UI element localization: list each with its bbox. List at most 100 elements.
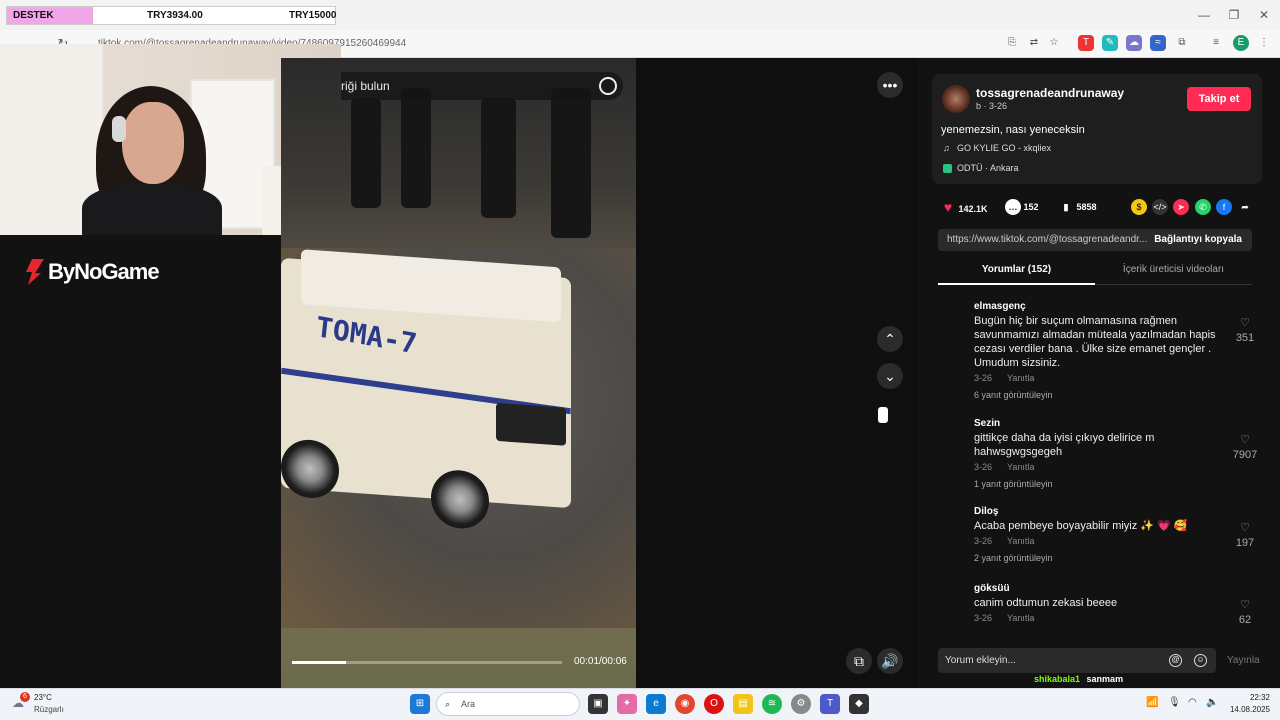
donation-label: DESTEK bbox=[13, 10, 54, 21]
share-arrow-icon[interactable]: ➦ bbox=[1237, 199, 1253, 215]
speaker-icon[interactable]: 🔈 bbox=[1206, 697, 1218, 708]
floating-player-icon[interactable]: ⧉ bbox=[846, 648, 872, 674]
commenter-name[interactable]: Sezin bbox=[974, 418, 1000, 429]
donation-goal-bar: DESTEK TRY3934.00 TRY15000 bbox=[6, 6, 336, 25]
chrome-browser-icon[interactable]: ◉ bbox=[675, 694, 695, 714]
extensions-puzzle-icon[interactable]: ⧉ bbox=[1174, 35, 1190, 51]
wifi-icon[interactable]: ◠ bbox=[1188, 697, 1197, 708]
coin-share-icon[interactable]: $ bbox=[1131, 199, 1147, 215]
commenter-name[interactable]: göksüü bbox=[974, 583, 1010, 594]
view-replies-button[interactable]: 1 yanıt görüntüleyin bbox=[974, 479, 1053, 489]
copy-link-button[interactable]: Bağlantıyı kopyala bbox=[1154, 234, 1242, 245]
browser-menu-icon[interactable]: ⋮ bbox=[1256, 35, 1272, 51]
comment-like-icon[interactable]: ♡ bbox=[1239, 523, 1251, 534]
taskbar-search[interactable]: ⌕ Ara bbox=[436, 692, 580, 716]
comment-like-count: 351 bbox=[1235, 332, 1255, 344]
extension-wave-icon[interactable]: ≈ bbox=[1150, 35, 1166, 51]
opera-browser-icon[interactable]: O bbox=[704, 694, 724, 714]
music-title[interactable]: GO KYLIE GO - xkqliex bbox=[957, 143, 1051, 153]
reading-list-icon[interactable]: ≡ bbox=[1208, 35, 1224, 51]
comment-date: 3-26 bbox=[974, 536, 993, 546]
mention-icon[interactable]: @ bbox=[1169, 654, 1182, 667]
post-meta: b · 3-26 bbox=[976, 101, 1008, 111]
view-replies-button[interactable]: 6 yanıt görüntüleyin bbox=[974, 390, 1053, 400]
settings-gear-icon[interactable]: ⚙ bbox=[791, 694, 811, 714]
app-icon[interactable]: ◆ bbox=[849, 694, 869, 714]
search-placeholder: riği bulun bbox=[341, 79, 390, 93]
whatsapp-icon[interactable]: ✆ bbox=[1195, 199, 1211, 215]
comment-like-icon[interactable]: ♡ bbox=[1239, 318, 1251, 329]
weather-badge: 6 bbox=[20, 692, 30, 702]
bynogame-logo-text: ByNoGame bbox=[48, 259, 160, 284]
spotify-icon[interactable]: ≋ bbox=[762, 694, 782, 714]
extension-tp-icon[interactable]: T bbox=[1078, 35, 1094, 51]
comment-action[interactable]: … 152 bbox=[1005, 199, 1039, 215]
comment-like-icon[interactable]: ♡ bbox=[1239, 435, 1251, 446]
follow-button[interactable]: Takip et bbox=[1187, 87, 1251, 111]
comment-input[interactable]: Yorum ekleyin... @ ☺ bbox=[938, 648, 1216, 673]
teams-icon[interactable]: T bbox=[820, 694, 840, 714]
microphone-icon[interactable]: 🎙 bbox=[1168, 697, 1181, 708]
edge-browser-icon[interactable]: e bbox=[646, 694, 666, 714]
streamer-shirt bbox=[82, 184, 222, 235]
video-person-leg bbox=[481, 98, 516, 218]
comment-date: 3-26 bbox=[974, 373, 993, 383]
author-username[interactable]: tossagrenadeandrunaway bbox=[976, 86, 1124, 100]
tiktok-search-bar[interactable]: riği bulun bbox=[341, 72, 623, 100]
commenter-name[interactable]: Diloş bbox=[974, 506, 998, 517]
profile-avatar[interactable]: E bbox=[1233, 35, 1249, 51]
minimize-icon[interactable]: — bbox=[1192, 6, 1216, 24]
install-app-icon[interactable]: ⎘ bbox=[1004, 35, 1020, 51]
view-replies-button[interactable]: 2 yanıt görüntüleyin bbox=[974, 553, 1053, 563]
comment-like-count: 197 bbox=[1235, 537, 1255, 549]
share-link-box[interactable]: https://www.tiktok.com/@tossagrenadeandr… bbox=[938, 229, 1252, 251]
search-icon[interactable] bbox=[599, 77, 617, 95]
embed-code-icon[interactable]: </> bbox=[1152, 199, 1168, 215]
emoji-icon[interactable]: ☺ bbox=[1194, 654, 1207, 667]
publish-button[interactable]: Yayınla bbox=[1227, 655, 1260, 666]
video-progress-bar[interactable] bbox=[292, 661, 562, 664]
network-icon[interactable]: 📶 bbox=[1146, 697, 1158, 708]
extension-cloud-icon[interactable]: ☁ bbox=[1126, 35, 1142, 51]
task-view-icon[interactable]: ▣ bbox=[588, 694, 608, 714]
extension-pen-icon[interactable]: ✎ bbox=[1102, 35, 1118, 51]
more-options-icon[interactable]: ••• bbox=[877, 72, 903, 98]
tab-comments[interactable]: Yorumlar (152) bbox=[938, 264, 1095, 275]
mouse-cursor-icon bbox=[878, 407, 888, 423]
music-note-icon: ♫ bbox=[943, 143, 950, 153]
reply-button[interactable]: Yanıtla bbox=[1007, 613, 1034, 623]
close-icon[interactable]: ✕ bbox=[1252, 6, 1276, 24]
next-video-icon[interactable]: ⌄ bbox=[877, 363, 903, 389]
like-action[interactable]: ♥ 142.1K bbox=[940, 199, 988, 215]
tab-creator-videos[interactable]: İçerik üreticisi videoları bbox=[1095, 264, 1252, 275]
translate-icon[interactable]: ⇄ bbox=[1026, 35, 1042, 51]
weather-desc[interactable]: Rüzgarlı bbox=[34, 705, 64, 714]
send-friend-icon[interactable]: ➤ bbox=[1173, 199, 1189, 215]
clock-time[interactable]: 22:32 bbox=[1230, 693, 1270, 702]
maximize-icon[interactable]: ❐ bbox=[1222, 6, 1246, 24]
start-menu-icon[interactable]: ⊞ bbox=[410, 694, 430, 714]
comment-text: Acaba pembeye boyayabilir miyiz ✨ 💗 🥰 bbox=[974, 520, 1188, 532]
reply-button[interactable]: Yanıtla bbox=[1007, 373, 1034, 383]
author-avatar[interactable] bbox=[942, 85, 970, 113]
bookmark-star-icon[interactable]: ☆ bbox=[1046, 35, 1062, 51]
comment-like-icon[interactable]: ♡ bbox=[1239, 600, 1251, 611]
weather-temp[interactable]: 23°C bbox=[34, 693, 52, 702]
comment-like-count: 62 bbox=[1238, 614, 1252, 626]
copilot-icon[interactable]: ✦ bbox=[617, 694, 637, 714]
previous-video-icon[interactable]: ⌃ bbox=[877, 326, 903, 352]
save-action[interactable]: ▮ 5858 bbox=[1058, 199, 1097, 215]
share-link-url[interactable]: https://www.tiktok.com/@tossagrenadeandr… bbox=[947, 234, 1147, 245]
commenter-name[interactable]: elmasgenç bbox=[974, 301, 1026, 312]
location-text[interactable]: ODTÜ · Ankara bbox=[957, 163, 1019, 173]
clock-date[interactable]: 14.08.2025 bbox=[1222, 705, 1270, 714]
reply-button[interactable]: Yanıtla bbox=[1007, 536, 1034, 546]
video-frame[interactable]: TOMA-7 bbox=[281, 58, 636, 688]
facebook-icon[interactable]: f bbox=[1216, 199, 1232, 215]
file-explorer-icon[interactable]: ▤ bbox=[733, 694, 753, 714]
comment-count: 152 bbox=[1023, 202, 1039, 212]
comment-date: 3-26 bbox=[974, 462, 993, 472]
comment-text: canim odtumun zekasi beeee bbox=[974, 597, 1118, 609]
reply-button[interactable]: Yanıtla bbox=[1007, 462, 1034, 472]
volume-icon[interactable]: 🔊 bbox=[877, 648, 903, 674]
